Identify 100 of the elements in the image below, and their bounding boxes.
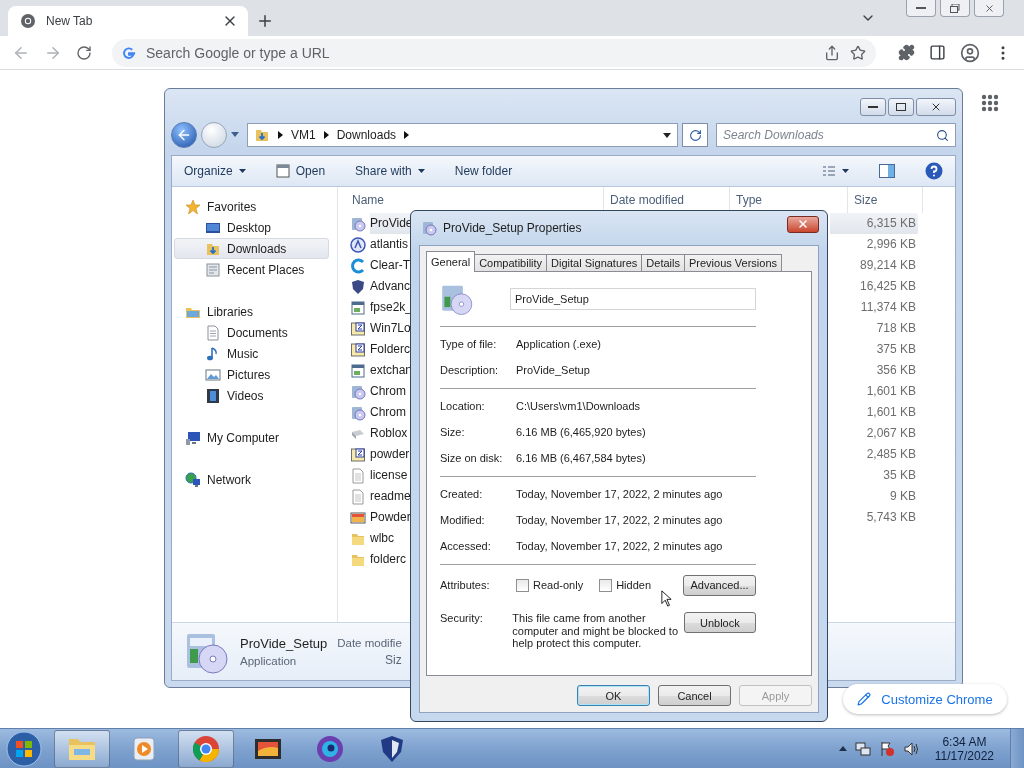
dialog-button[interactable]: Cancel [658,685,731,706]
property-value: Today, November 17, 2022, 2 minutes ago [516,488,723,500]
nav-item[interactable]: Downloads [174,238,329,259]
show-hidden-icons-icon[interactable] [838,746,847,751]
caret-icon [238,169,246,173]
advanced-button[interactable]: Advanced... [683,574,756,596]
file-name[interactable]: Powder [370,507,412,528]
history-caret-icon[interactable] [231,132,239,138]
file-name[interactable]: Chrom [370,402,407,423]
unblock-button[interactable]: Unblock [683,612,756,633]
file-name[interactable]: license [370,465,409,486]
dialog-tab[interactable]: Compatibility [474,254,548,272]
minimize-icon [868,105,878,109]
file-name[interactable]: wlbc [370,528,395,549]
back-button[interactable] [171,122,197,148]
nav-item[interactable]: Libraries [174,301,329,322]
address-bar[interactable]: Search Google or type a URL [112,38,876,67]
file-name[interactable]: Chrom [370,381,407,402]
search-icon[interactable] [936,128,949,142]
toolbar-button[interactable]: Share with [355,164,425,178]
file-name[interactable]: powder [370,444,411,465]
clock-date[interactable]: 11/17/2022 [934,748,994,763]
dropdown-caret-icon[interactable] [663,132,671,138]
refresh-button[interactable] [682,123,708,147]
nav-label: Videos [227,388,264,403]
breadcrumb-arrow-icon[interactable] [323,131,329,139]
nav-item[interactable]: Favorites [174,196,329,217]
dialog-tab[interactable]: General [426,251,476,272]
nav-item[interactable]: Desktop [174,217,329,238]
file-size: 1,601 KB [865,404,917,421]
nav-label: Downloads [227,241,287,256]
nav-item[interactable]: My Computer [174,427,329,448]
bookmark-icon[interactable] [850,44,866,61]
dialog-tab[interactable]: Details [641,254,685,272]
toolbar-button[interactable]: New folder [454,164,513,178]
clock-time[interactable]: 6:34 AM [942,734,987,749]
star-icon [185,198,201,215]
file-name[interactable]: Roblox [370,423,409,444]
breadcrumb-arrow-icon[interactable] [278,131,283,139]
nav-item[interactable]: Videos [174,385,329,406]
file-name[interactable]: Clear-T [370,255,411,276]
new-tab-icon[interactable] [256,12,274,30]
minimize-button[interactable] [906,0,936,17]
extensions-icon[interactable] [898,44,915,61]
reload-icon[interactable] [76,44,92,61]
checkbox[interactable] [599,578,613,592]
file-name[interactable]: readme [370,486,412,507]
checkbox[interactable] [516,578,529,592]
preview-pane-icon[interactable] [879,164,895,178]
installer-icon [421,220,437,236]
tab-title: New Tab [46,14,94,28]
apps-grid-icon[interactable] [981,94,999,112]
close-button[interactable] [787,215,819,233]
address-bar[interactable]: VM1 Downloads [247,123,678,147]
dialog-button[interactable]: OK [577,685,650,706]
checkbox-label: Hidden [616,579,651,591]
toolbar-button[interactable]: Open [275,164,326,178]
nav-item[interactable]: Network [174,469,329,490]
file-name[interactable]: fpse2k_ [370,297,414,318]
breadcrumb-arrow-icon[interactable] [404,131,410,139]
text-file-icon [350,488,366,505]
customize-chrome-button[interactable]: Customize Chrome [843,684,1007,714]
archive-icon [350,341,366,358]
nav-item[interactable]: Recent Places [174,259,329,280]
toolbar-button[interactable]: Organize [184,164,246,178]
file-name[interactable]: atlantis [370,234,410,255]
maximize-button[interactable] [888,98,914,116]
property-label: Security: [440,612,484,624]
file-size: 2,996 KB [865,236,917,253]
restore-button[interactable] [940,0,970,17]
nav-item[interactable]: Music [174,343,329,364]
name-field[interactable]: ProVide_Setup [510,288,756,310]
file-name[interactable]: Advanc [370,276,412,297]
property-value: ProVide_Setup [516,364,590,376]
side-panel-icon[interactable] [929,44,946,61]
nav-item[interactable]: Pictures [174,364,329,385]
share-icon[interactable] [824,44,840,61]
browser-tab[interactable]: New Tab [8,6,248,36]
pictures-icon [205,366,221,383]
dialog-tab[interactable]: Digital Signatures [546,254,643,272]
help-icon[interactable] [925,162,943,180]
action-center-flag-icon[interactable] [878,740,895,757]
breadcrumb-item[interactable]: VM1 [291,128,316,142]
breadcrumb-item[interactable]: Downloads [336,128,397,142]
archive-icon [350,446,366,463]
start-button[interactable] [4,729,44,768]
file-name[interactable]: folderc [370,549,408,570]
dialog-tab[interactable]: Previous Versions [683,254,782,272]
file-type: Application [240,655,298,667]
property-label: Created: [440,488,484,500]
search-field[interactable]: Search Downloads [716,123,956,147]
view-options-icon[interactable] [823,165,849,177]
profile-icon[interactable] [960,42,980,63]
nav-item[interactable]: Documents [174,322,329,343]
volume-icon[interactable] [902,740,919,757]
network-icon[interactable] [854,740,871,757]
file-name[interactable]: Folderc [370,339,411,360]
file-name[interactable]: Win7Lo [370,318,412,339]
minimize-button[interactable] [860,98,886,116]
file-size: 5,743 KB [865,509,917,526]
